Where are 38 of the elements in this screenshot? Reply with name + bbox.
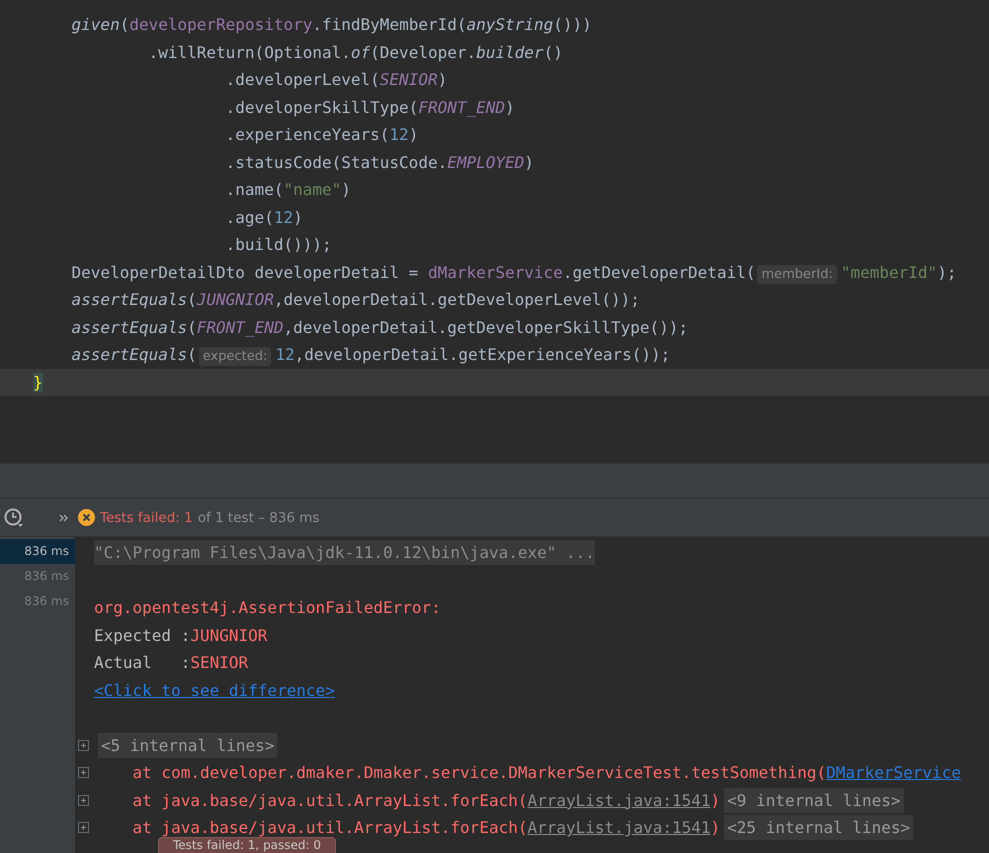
folded-lines-link[interactable]: <9 internal lines>	[724, 788, 904, 813]
clock-icon[interactable]	[3, 506, 25, 528]
expand-icon[interactable]	[78, 822, 89, 834]
code-line: assertEquals(FRONT_END,developerDetail.getDeveloperSkillType());	[70, 316, 690, 339]
expand-icon[interactable]	[78, 740, 89, 751]
expand-icon[interactable]	[78, 767, 89, 778]
test-summary: of 1 test – 836 ms	[198, 510, 320, 526]
console-line: Expected :JUNGNIOR	[94, 624, 268, 647]
test-duration[interactable]: 836 ms	[0, 589, 75, 614]
notification-popup: Tests failed: 1, passed: 0	[158, 837, 336, 853]
test-duration[interactable]: 836 ms	[0, 539, 75, 564]
console-line: at com.developer.dmaker.Dmaker.service.DMarkerServiceTest.testSomething(DMarkerService	[132, 762, 961, 784]
source-link[interactable]: <Click to see difference>	[94, 680, 335, 700]
chevron-icon[interactable]	[59, 514, 69, 522]
code-line: assertEquals(JUNGNIOR,developerDetail.getDeveloperLevel());	[70, 289, 641, 311]
test-duration[interactable]: 836 ms	[0, 564, 75, 589]
expand-icon[interactable]	[78, 794, 89, 806]
code-line: .build()));	[224, 234, 333, 256]
folded-lines-link[interactable]: <5 internal lines>	[98, 732, 278, 758]
console-line: Actual :SENIOR	[94, 652, 248, 674]
code-line: .willReturn(Optional.of(Developer.builder()	[148, 42, 564, 64]
code-line: given(developerRepository.findByMemberId(anyString()))	[70, 14, 593, 36]
console-line: at java.base/java.util.ArrayList.forEach(ArrayList.java:1541) <9 internal lines>	[94, 786, 904, 814]
file-link[interactable]: ArrayList.java:1541	[527, 818, 711, 838]
code-line: DeveloperDetailDto developerDetail = dMarkerService.getDeveloperDetail( memberId: "memberId");	[70, 262, 958, 286]
code-line: assertEquals( expected: 12,developerDetail.getExperienceYears());	[70, 344, 672, 368]
error-icon	[78, 509, 95, 526]
code-line: .name("name")	[224, 179, 352, 201]
failed-count: Tests failed: 1	[100, 510, 193, 526]
code-line: .statusCode(StatusCode.EMPLOYED)	[224, 152, 535, 174]
code-line: .age(12)	[224, 206, 304, 228]
code-line: .developerLevel(SENIOR)	[224, 69, 448, 91]
file-link[interactable]: ArrayList.java:1541	[527, 790, 711, 810]
code-line: .developerSkillType(FRONT_END)	[224, 96, 516, 119]
source-link[interactable]: DMarkerService	[826, 763, 961, 782]
console-line: org.opentest4j.AssertionFailedError:	[94, 597, 441, 620]
code-line: .experienceYears(12)	[224, 124, 420, 146]
folded-lines-link[interactable]: <25 internal lines>	[724, 815, 914, 840]
